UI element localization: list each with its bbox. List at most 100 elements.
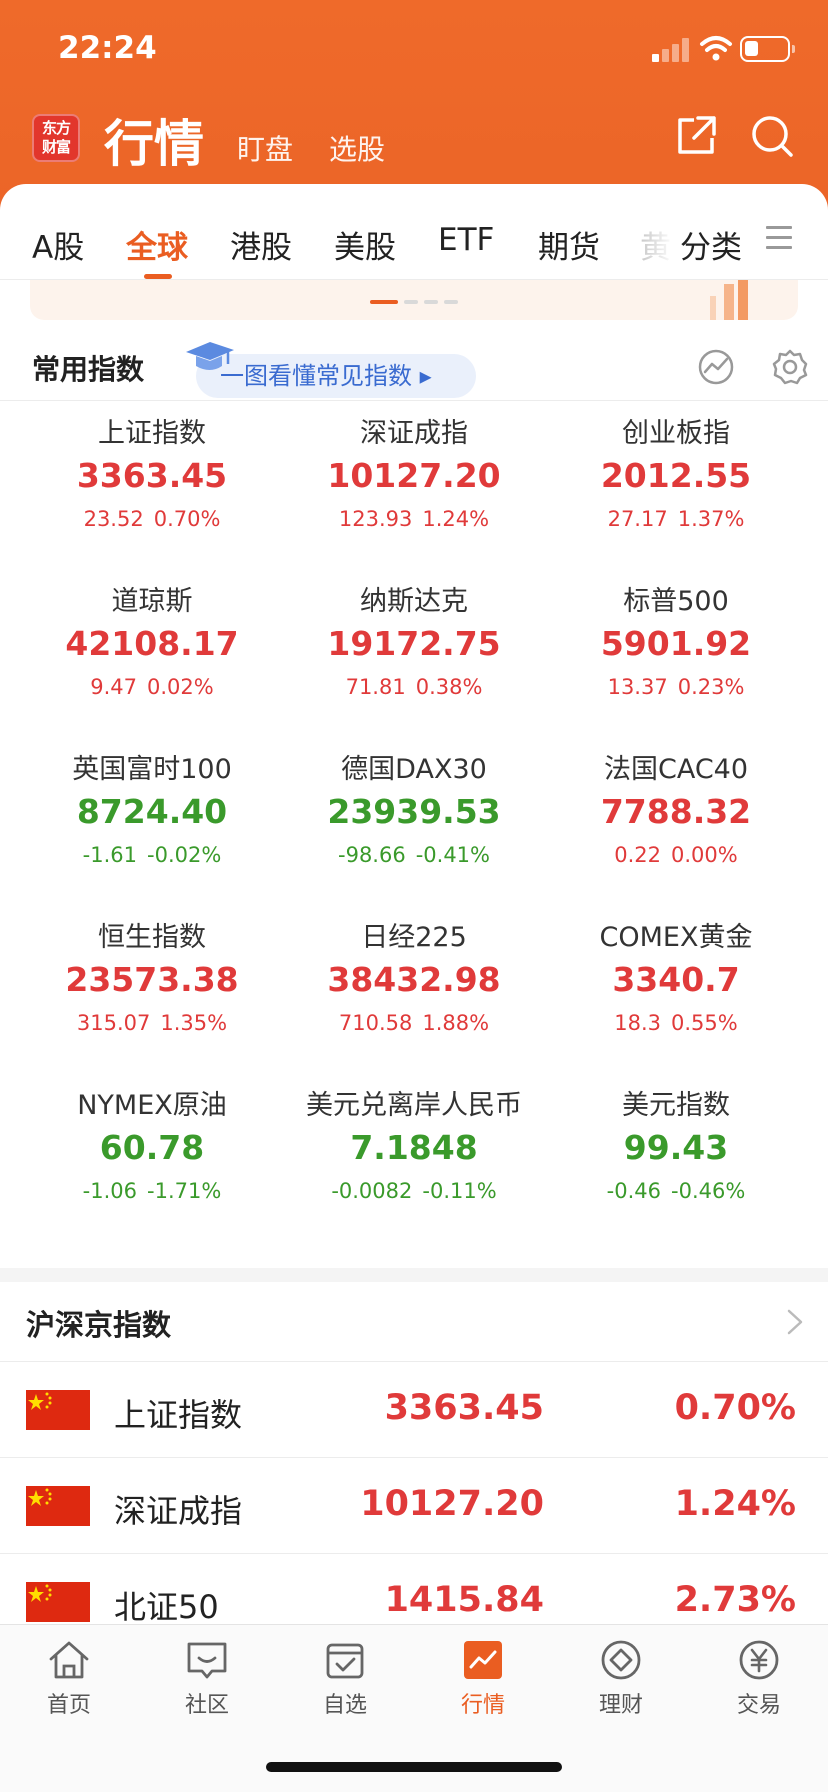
- index-price: 7788.32: [600, 792, 752, 831]
- index-name: 标普500: [623, 586, 729, 617]
- tab-stock-picker[interactable]: 选股: [329, 128, 385, 168]
- chat-icon: [187, 1642, 227, 1679]
- index-price: 3363.45: [76, 456, 228, 495]
- index-change: 123.93 1.24%: [276, 504, 552, 534]
- page-title[interactable]: 行情: [104, 104, 204, 176]
- index-change-value: 710.58: [338, 1011, 413, 1035]
- index-price: 60.78: [99, 1128, 205, 1167]
- index-card[interactable]: 恒生指数 23573.38 315.07 1.35%: [14, 920, 290, 1038]
- index-change-value: 123.93: [338, 507, 413, 531]
- index-card[interactable]: 法国CAC40 7788.32 0.22 0.00%: [538, 752, 814, 870]
- index-card[interactable]: 深证成指 10127.20 123.93 1.24%: [276, 416, 552, 534]
- nav-market[interactable]: 行情: [414, 1639, 552, 1719]
- chart-icon[interactable]: [697, 348, 735, 386]
- index-name: 纳斯达克: [360, 586, 468, 617]
- index-card[interactable]: COMEX黄金 3340.7 18.3 0.55%: [538, 920, 814, 1038]
- index-change-pct: -1.71%: [147, 1179, 222, 1203]
- status-time: 22:24: [58, 30, 157, 66]
- nav-home[interactable]: 首页: [0, 1639, 138, 1719]
- index-change-value: -1.61: [82, 843, 138, 867]
- china-flag-icon: [26, 1390, 90, 1430]
- index-name: 深证成指: [360, 418, 468, 449]
- list-item[interactable]: 深证成指 10127.20 1.24%: [0, 1458, 828, 1554]
- index-name: 上证指数: [98, 418, 206, 449]
- main-content: A股 全球 港股 美股 ETF 期货 黄 分类 常用指数 一图看懂常见指数 ▸: [0, 184, 828, 1624]
- index-card[interactable]: 标普500 5901.92 13.37 0.23%: [538, 584, 814, 702]
- index-change: -0.46 -0.46%: [538, 1176, 814, 1206]
- watchlist-icon: [326, 1643, 364, 1679]
- hsj-indices-title: 沪深京指数: [26, 1308, 172, 1342]
- index-price: 7.1848: [350, 1128, 478, 1167]
- chevron-right-icon[interactable]: [786, 1308, 804, 1336]
- index-price: 19172.75: [327, 624, 501, 663]
- tabs-fade-mask: [632, 184, 682, 278]
- tab-etf[interactable]: ETF: [438, 222, 494, 258]
- index-change: 71.81 0.38%: [276, 672, 552, 702]
- index-name: NYMEX原油: [77, 1090, 227, 1121]
- gear-icon[interactable]: [771, 348, 809, 386]
- index-card[interactable]: NYMEX原油 60.78 -1.06 -1.71%: [14, 1088, 290, 1206]
- index-change: 315.07 1.35%: [14, 1008, 290, 1038]
- index-change-value: 23.52: [83, 507, 144, 531]
- index-change-pct: 0.55%: [671, 1011, 738, 1035]
- app-bar: 东方 财富 行情 盯盘 选股: [0, 100, 828, 190]
- index-guide-link[interactable]: 一图看懂常见指数 ▸: [196, 354, 476, 398]
- nav-trade[interactable]: 交易: [690, 1639, 828, 1719]
- index-change-value: -0.46: [606, 1179, 662, 1203]
- index-change: -98.66 -0.41%: [276, 840, 552, 870]
- wealth-icon: [601, 1640, 641, 1680]
- hsj-indices-header[interactable]: 沪深京指数: [0, 1282, 828, 1362]
- index-change-pct: 0.38%: [415, 675, 483, 699]
- tab-watch[interactable]: 盯盘: [237, 128, 293, 168]
- index-card[interactable]: 美元指数 99.43 -0.46 -0.46%: [538, 1088, 814, 1206]
- index-card[interactable]: 美元兑离岸人民币 7.1848 -0.0082 -0.11%: [276, 1088, 552, 1206]
- row-index-name: 上证指数: [114, 1396, 243, 1434]
- menu-icon[interactable]: [766, 226, 792, 250]
- tab-futures[interactable]: 期货: [538, 222, 600, 267]
- tab-a-shares[interactable]: A股: [32, 222, 84, 267]
- banner-art-icon: [710, 280, 748, 320]
- row-index-price: 10127.20: [360, 1484, 544, 1524]
- index-change-value: 71.81: [345, 675, 406, 699]
- index-card[interactable]: 英国富时100 8724.40 -1.61 -0.02%: [14, 752, 290, 870]
- index-name: 美元指数: [622, 1090, 730, 1121]
- nav-community[interactable]: 社区: [138, 1639, 276, 1719]
- index-change-pct: 0.70%: [153, 507, 221, 531]
- tab-hk-shares[interactable]: 港股: [230, 222, 292, 267]
- index-card[interactable]: 日经225 38432.98 710.58 1.88%: [276, 920, 552, 1038]
- index-price: 38432.98: [327, 960, 501, 999]
- index-change-pct: 0.00%: [671, 843, 738, 867]
- list-item[interactable]: 上证指数 3363.45 0.70%: [0, 1362, 828, 1458]
- tab-categories[interactable]: 分类: [680, 222, 742, 267]
- index-card[interactable]: 纳斯达克 19172.75 71.81 0.38%: [276, 584, 552, 702]
- status-bar: 22:24: [0, 0, 828, 100]
- index-change-pct: -0.02%: [147, 843, 222, 867]
- index-price: 42108.17: [65, 624, 239, 663]
- index-change: 27.17 1.37%: [538, 504, 814, 534]
- index-card[interactable]: 创业板指 2012.55 27.17 1.37%: [538, 416, 814, 534]
- index-card[interactable]: 德国DAX30 23939.53 -98.66 -0.41%: [276, 752, 552, 870]
- index-change-value: 13.37: [607, 675, 668, 699]
- nav-watchlist[interactable]: 自选: [276, 1639, 414, 1719]
- index-change-pct: -0.46%: [671, 1179, 746, 1203]
- list-item[interactable]: 北证50 1415.84 2.73%: [0, 1554, 828, 1624]
- app-logo: 东方 财富: [32, 114, 80, 162]
- row-index-price: 1415.84: [384, 1580, 544, 1620]
- index-card[interactable]: 道琼斯 42108.17 9.47 0.02%: [14, 584, 290, 702]
- index-price: 5901.92: [600, 624, 752, 663]
- search-icon[interactable]: [750, 114, 794, 158]
- nav-wealth[interactable]: 理财: [552, 1639, 690, 1719]
- share-icon[interactable]: [674, 114, 718, 158]
- index-change-pct: 1.35%: [160, 1011, 228, 1035]
- index-price: 99.43: [623, 1128, 729, 1167]
- tab-us-shares[interactable]: 美股: [334, 222, 396, 267]
- graduation-cap-icon: [186, 342, 234, 370]
- index-price: 23573.38: [65, 960, 239, 999]
- market-chart-icon: [464, 1641, 502, 1679]
- index-card[interactable]: 上证指数 3363.45 23.52 0.70%: [14, 416, 290, 534]
- divider: [0, 400, 828, 401]
- tab-global[interactable]: 全球: [126, 222, 188, 267]
- logo-text-2: 财富: [41, 138, 71, 156]
- index-name: 道琼斯: [111, 586, 193, 617]
- index-change-value: -98.66: [338, 843, 406, 867]
